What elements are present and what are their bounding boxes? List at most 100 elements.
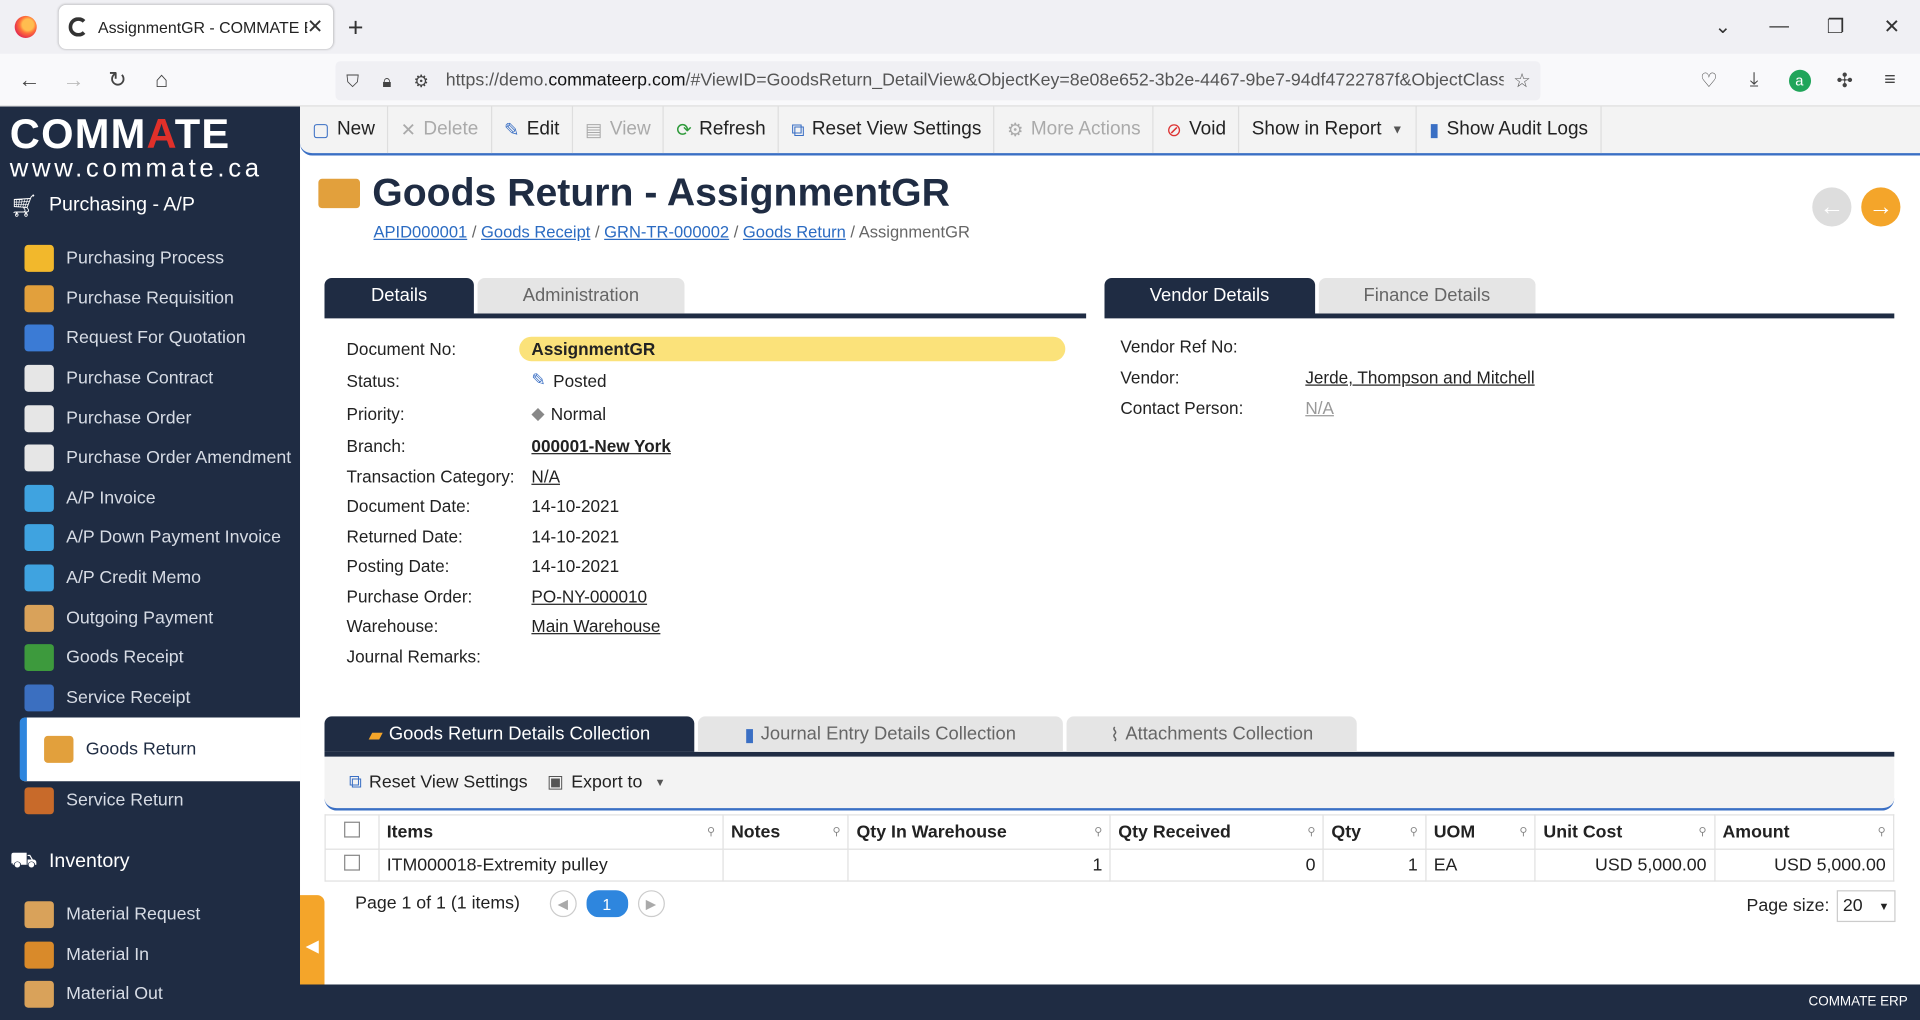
delete-button[interactable]: ✕ Delete — [388, 106, 492, 154]
new-button[interactable]: ▢ New — [300, 106, 389, 154]
reload-icon[interactable]: ↻ — [96, 67, 140, 93]
row-checkbox[interactable] — [343, 854, 360, 871]
view-button[interactable]: ▤ View — [573, 106, 665, 154]
extensions-icon[interactable]: ✣ — [1822, 68, 1867, 92]
reset-view-settings-button[interactable]: ⧉ Reset View Settings — [779, 106, 995, 154]
column-header-amount[interactable]: Amount ⚲ — [1713, 814, 1895, 850]
filter-icon[interactable]: ⚲ — [1698, 825, 1706, 838]
sidebar-item-purchase-order[interactable]: Purchase Order — [0, 398, 300, 438]
home-icon[interactable]: ⌂ — [140, 67, 184, 93]
tab-administration[interactable]: Administration — [477, 277, 685, 314]
sidebar-item-a-p-down-payment-invoice[interactable]: A/P Down Payment Invoice — [0, 518, 300, 558]
new-tab-icon[interactable]: + — [348, 12, 364, 44]
lock-icon[interactable]: 🔒︎ — [370, 70, 404, 91]
show-in-report-button[interactable]: Show in Report ▼ — [1239, 106, 1417, 154]
more-actions-button[interactable]: ⚙ More Actions — [995, 106, 1155, 154]
tab-journal-entry-details[interactable]: ▮ Journal Entry Details Collection — [697, 716, 1063, 752]
permissions-icon[interactable]: ⚙ — [404, 70, 438, 91]
filter-icon[interactable]: ⚲ — [1307, 825, 1315, 838]
sidebar-item-purchasing-process[interactable]: Purchasing Process — [0, 239, 300, 279]
branch-link[interactable]: 000001-New York — [531, 436, 670, 456]
account-icon[interactable]: a — [1777, 69, 1822, 92]
sidebar-item-material-in[interactable]: Material In — [0, 935, 300, 975]
filter-icon[interactable]: ⚲ — [1094, 825, 1102, 838]
column-header-qty[interactable]: Qty ⚲ — [1322, 814, 1427, 850]
tab-finance-details[interactable]: Finance Details — [1318, 277, 1536, 314]
commate-logo[interactable]: COMMATE www.commate.ca — [0, 107, 300, 183]
back-icon[interactable]: ← — [7, 67, 51, 93]
column-header-notes[interactable]: Notes ⚲ — [722, 814, 850, 850]
tab-vendor-details[interactable]: Vendor Details — [1104, 277, 1315, 314]
sidebar-item-purchase-contract[interactable]: Purchase Contract — [0, 359, 300, 399]
purchase-order-link[interactable]: PO-NY-000010 — [531, 587, 647, 607]
breadcrumb-goods-receipt[interactable]: Goods Receipt — [481, 223, 590, 241]
column-header-items[interactable]: Items ⚲ — [378, 814, 724, 850]
export-to-button[interactable]: ▣ Export to ▼ — [547, 773, 665, 793]
tab-attachments[interactable]: ⌇ Attachments Collection — [1066, 716, 1358, 752]
browser-tab[interactable]: AssignmentGR - COMMATE ERP ✕ — [58, 4, 334, 49]
sidebar-item-outgoing-payment[interactable]: Outgoing Payment — [0, 598, 300, 638]
menu-icon[interactable]: ≡ — [1867, 69, 1912, 91]
vendor-link[interactable]: Jerde, Thompson and Mitchell — [1305, 367, 1534, 387]
download-icon[interactable]: ⤓ — [1731, 69, 1776, 91]
minimize-icon[interactable]: — — [1751, 16, 1807, 38]
list-tabs-icon[interactable]: ⌄ — [1695, 15, 1751, 39]
bookmark-star-icon[interactable]: ☆ — [1504, 69, 1541, 93]
sidebar-item-request-for-quotation[interactable]: Request For Quotation — [0, 319, 300, 359]
previous-page-icon[interactable]: ◀ — [549, 890, 577, 918]
refresh-button[interactable]: ⟳ Refresh — [664, 106, 780, 154]
contact-person-link[interactable]: N/A — [1305, 398, 1334, 418]
edit-button[interactable]: ✎ Edit — [492, 106, 573, 154]
sidebar-item-a-p-invoice[interactable]: A/P Invoice — [0, 478, 300, 518]
grid-reset-view-button[interactable]: ⧉ Reset View Settings — [349, 773, 528, 793]
table-row[interactable]: ITM000018-Extremity pulley 1 0 1 EA USD 5,000… — [324, 848, 1895, 882]
tab-details[interactable]: Details — [324, 277, 474, 314]
document-no-value[interactable]: AssignmentGR — [519, 336, 1066, 362]
close-window-icon[interactable]: ✕ — [1864, 15, 1920, 39]
next-page-icon[interactable]: ▶ — [637, 890, 665, 918]
page-1-button[interactable]: 1 — [586, 890, 628, 918]
sidebar-item-service-receipt[interactable]: Service Receipt — [0, 678, 300, 718]
sidebar-item-purchase-order-amendment[interactable]: Purchase Order Amendment — [0, 438, 300, 478]
previous-record-icon[interactable]: ← — [1812, 187, 1852, 227]
forward-icon[interactable]: → — [51, 67, 95, 93]
breadcrumb-apid[interactable]: APID000001 — [373, 223, 467, 241]
filter-icon[interactable]: ⚲ — [1878, 825, 1886, 838]
next-record-icon[interactable]: → — [1861, 187, 1901, 227]
service-receipt-icon — [24, 684, 54, 712]
close-tab-icon[interactable]: ✕ — [307, 15, 323, 39]
breadcrumb-grn[interactable]: GRN-TR-000002 — [604, 223, 729, 241]
sidebar-item-material-request[interactable]: Material Request — [0, 895, 300, 935]
sidebar-item-a-p-credit-memo[interactable]: A/P Credit Memo — [0, 558, 300, 598]
void-button[interactable]: ⊘ Void — [1154, 106, 1240, 154]
filter-icon[interactable]: ⚲ — [707, 825, 715, 838]
column-header-qty-received[interactable]: Qty Received ⚲ — [1109, 814, 1325, 850]
sidebar-section-inventory[interactable]: ⛟ Inventory — [0, 838, 300, 885]
tab-goods-return-details[interactable]: ▰ Goods Return Details Collection — [324, 716, 695, 752]
column-header-qty-in-warehouse[interactable]: Qty In Warehouse ⚲ — [847, 814, 1111, 850]
sidebar-item-goods-receipt[interactable]: Goods Receipt — [0, 638, 300, 678]
show-audit-logs-button[interactable]: ▮ Show Audit Logs — [1417, 106, 1602, 154]
filter-icon[interactable]: ⚲ — [833, 825, 841, 838]
sidebar-item-goods-return[interactable]: Goods Return — [19, 717, 301, 782]
warehouse-link[interactable]: Main Warehouse — [531, 616, 660, 636]
sidebar-item-purchase-requisition[interactable]: Purchase Requisition — [0, 279, 300, 319]
restore-icon[interactable]: ❐ — [1807, 15, 1863, 39]
filter-icon[interactable]: ⚲ — [1410, 825, 1418, 838]
sidebar-item-material-out[interactable]: Material Out — [0, 975, 300, 1015]
detail-tabs: Details Administration — [324, 277, 1087, 319]
select-all-checkbox[interactable] — [324, 814, 380, 850]
url-text[interactable]: https://demo.commateerp.com/#ViewID=Good… — [438, 71, 1504, 91]
url-bar[interactable]: ⛉ 🔒︎ ⚙ https://demo.commateerp.com/#View… — [335, 61, 1541, 101]
column-header-uom[interactable]: UOM ⚲ — [1425, 814, 1537, 850]
pocket-icon[interactable]: ♡ — [1686, 68, 1731, 92]
column-header-unit-cost[interactable]: Unit Cost ⚲ — [1534, 814, 1716, 850]
sidebar-section-purchasing[interactable]: 🛒︎ Purchasing - A/P — [0, 182, 300, 229]
sidebar-item-service-return[interactable]: Service Return — [0, 781, 300, 821]
shield-icon[interactable]: ⛉ — [336, 70, 370, 91]
a-p-down-payment-invoice-icon — [24, 524, 54, 552]
page-size-select[interactable]: 20 ▼ — [1836, 890, 1896, 923]
filter-icon[interactable]: ⚲ — [1519, 825, 1527, 838]
transaction-category-link[interactable]: N/A — [531, 467, 560, 487]
breadcrumb-goods-return[interactable]: Goods Return — [743, 223, 846, 241]
